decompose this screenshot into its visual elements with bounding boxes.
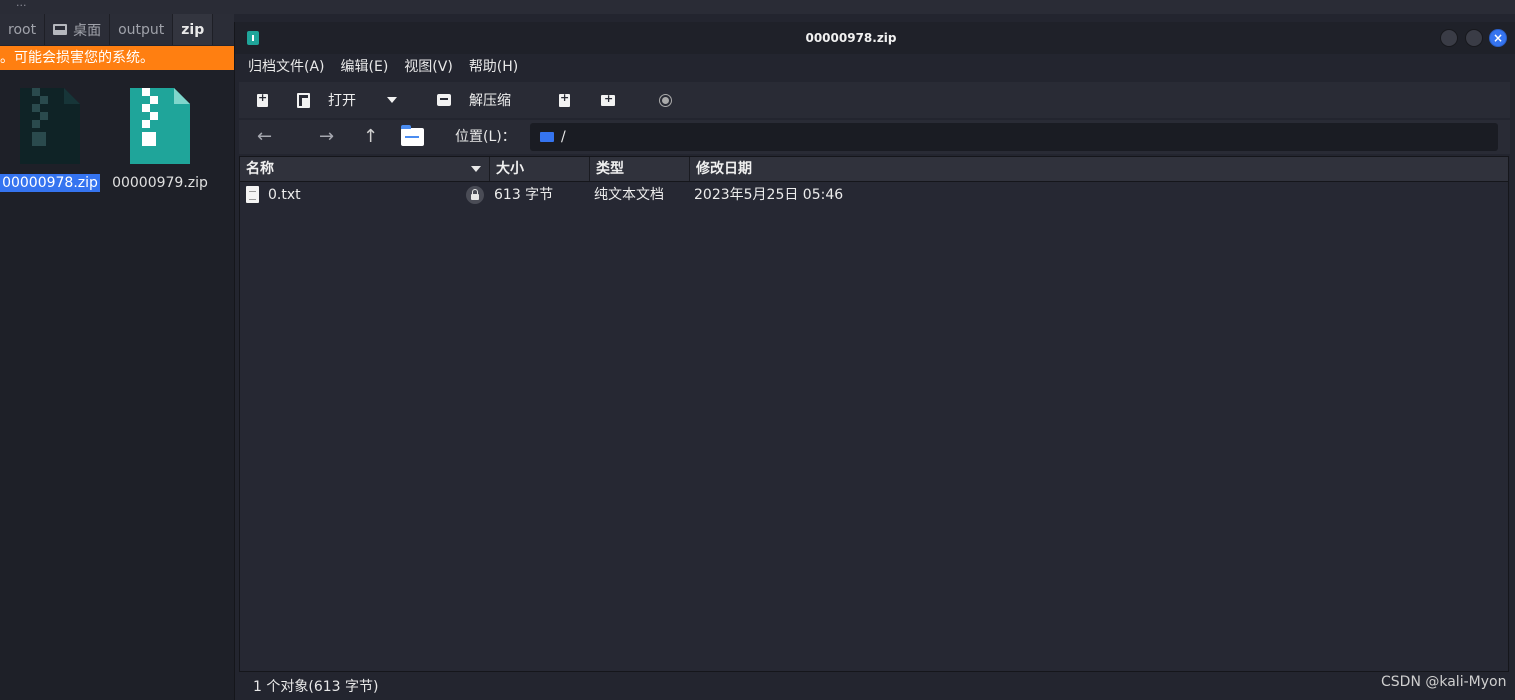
file-list: 名称 大小 类型 修改日期 0.txt 613 字节 纯文本文档 2023年5月… [239,156,1509,672]
file-name: 00000978.zip [0,174,100,192]
zip-file-icon [20,88,80,164]
column-type[interactable]: 类型 [590,157,690,181]
home-folder-icon[interactable] [401,125,424,146]
menu-view[interactable]: 视图(V) [396,54,461,80]
close-button[interactable]: × [1489,29,1507,47]
window-title: 00000978.zip [805,31,897,45]
file-view: 00000978.zip 00000979.zip [0,70,234,700]
path-tab-output[interactable]: output [110,14,174,45]
background-path-tabs: root 桌面 output zip [0,14,234,45]
location-toolbar: ← → ↑ 位置(L)： / [239,120,1510,154]
file-item-00000978[interactable]: 00000978.zip [0,86,106,192]
add-files-button[interactable] [559,82,570,118]
menubar: 归档文件(A) 编辑(E) 视图(V) 帮助(H) [235,54,1515,80]
main-toolbar: 打开 解压缩 [239,82,1510,118]
new-archive-icon [257,91,268,107]
zip-file-icon [130,88,190,164]
file-item-00000979[interactable]: 00000979.zip [104,86,216,192]
path-tab-zip[interactable]: zip [173,14,214,45]
open-icon [297,93,310,108]
path-tab-label: root [8,21,37,38]
column-name[interactable]: 名称 [240,157,490,181]
path-tab-desktop[interactable]: 桌面 [45,14,111,45]
row-modified: 2023年5月25日 05:46 [694,187,844,203]
row-size: 613 字节 [494,187,554,203]
folder-icon [540,132,554,142]
text-file-icon [246,186,259,203]
add-folder-button[interactable] [601,82,615,118]
menu-edit[interactable]: 编辑(E) [333,54,397,80]
list-header: 名称 大小 类型 修改日期 [240,157,1508,182]
add-file-icon [559,91,570,107]
maximize-button[interactable] [1465,29,1483,47]
file-name: 00000979.zip [112,175,208,191]
menu-archive[interactable]: 归档文件(A) [235,54,333,80]
add-folder-icon [601,92,615,106]
chevron-down-icon [387,97,397,103]
location-path-field[interactable]: / [530,123,1498,151]
root-warning-banner: 。可能会损害您的系统。 [0,46,234,70]
extract-button[interactable]: 解压缩 [437,82,511,118]
open-label: 打开 [328,93,356,109]
open-dropdown-button[interactable] [387,82,397,118]
column-size[interactable]: 大小 [490,157,590,181]
window-titlebar[interactable]: 00000978.zip × [235,22,1515,54]
menu-help[interactable]: 帮助(H) [461,54,526,80]
column-type-label: 类型 [596,161,624,177]
desktop-icon [53,24,68,35]
status-bar-text: 1 个对象(613 字节) [253,679,379,695]
location-path: / [561,129,566,145]
forward-arrow-icon[interactable]: → [319,120,334,154]
path-tab-label: zip [181,21,205,38]
stop-icon [659,93,672,107]
watermark: CSDN @kali-Myon [1381,674,1507,690]
table-row[interactable]: 0.txt 613 字节 纯文本文档 2023年5月25日 05:46 [240,182,1508,208]
extract-icon [437,94,451,106]
path-tab-label: 桌面 [73,22,102,39]
column-name-label: 名称 [246,161,274,177]
back-arrow-icon[interactable]: ← [257,120,272,154]
extract-label: 解压缩 [469,93,511,109]
open-button[interactable]: 打开 [297,82,356,118]
column-size-label: 大小 [496,161,524,177]
sort-caret-icon [471,166,481,172]
row-name: 0.txt [268,187,301,203]
new-archive-button[interactable] [257,82,268,118]
column-modified[interactable]: 修改日期 [690,157,1508,181]
path-tab-root[interactable]: root [0,14,46,45]
background-menubar: ... [0,0,1515,14]
lock-icon [466,186,484,204]
warning-text: 。可能会损害您的系统。 [0,50,154,66]
up-arrow-icon[interactable]: ↑ [363,120,378,154]
column-modified-label: 修改日期 [696,161,752,177]
archive-manager-window: 00000978.zip × 归档文件(A) 编辑(E) 视图(V) 帮助(H)… [234,22,1515,700]
location-label: 位置(L)： [455,129,516,145]
stop-button[interactable] [659,82,672,118]
path-tab-label: output [118,21,165,38]
minimize-button[interactable] [1440,29,1458,47]
row-type: 纯文本文档 [594,187,664,203]
